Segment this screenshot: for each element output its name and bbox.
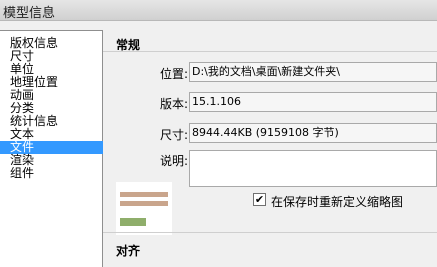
align-section-title: 对齐	[116, 244, 141, 258]
size-field[interactable]: 8944.44KB (9159108 字节)	[189, 123, 437, 143]
location-label: 位置:	[160, 67, 189, 81]
size-label: 尺寸:	[160, 128, 189, 142]
model-thumbnail	[116, 182, 172, 235]
file-info-panel: 常规 位置: D:\我的文档\桌面\新建文件夹\ 版本: 15.1.106 尺寸…	[103, 30, 437, 266]
version-field[interactable]: 15.1.106	[189, 92, 437, 112]
location-field[interactable]: D:\我的文档\桌面\新建文件夹\	[189, 62, 437, 82]
version-label: 版本:	[160, 97, 189, 111]
redefine-thumbnail-checkbox[interactable]: ✔	[253, 193, 266, 206]
window-titlebar: 模型信息	[0, 0, 437, 21]
description-textarea[interactable]	[189, 150, 437, 187]
category-list[interactable]: 版权信息 尺寸 单位 地理位置 动画 分类 统计信息 文本 文件 渲染 组件	[0, 30, 110, 267]
redefine-thumbnail-label: 在保存时重新定义缩略图	[271, 195, 404, 209]
description-label: 说明:	[160, 154, 189, 168]
align-section-divider	[103, 232, 437, 233]
sidebar-item-components[interactable]: 组件	[0, 167, 110, 180]
window-title: 模型信息	[3, 6, 56, 21]
general-section-divider	[103, 51, 437, 52]
